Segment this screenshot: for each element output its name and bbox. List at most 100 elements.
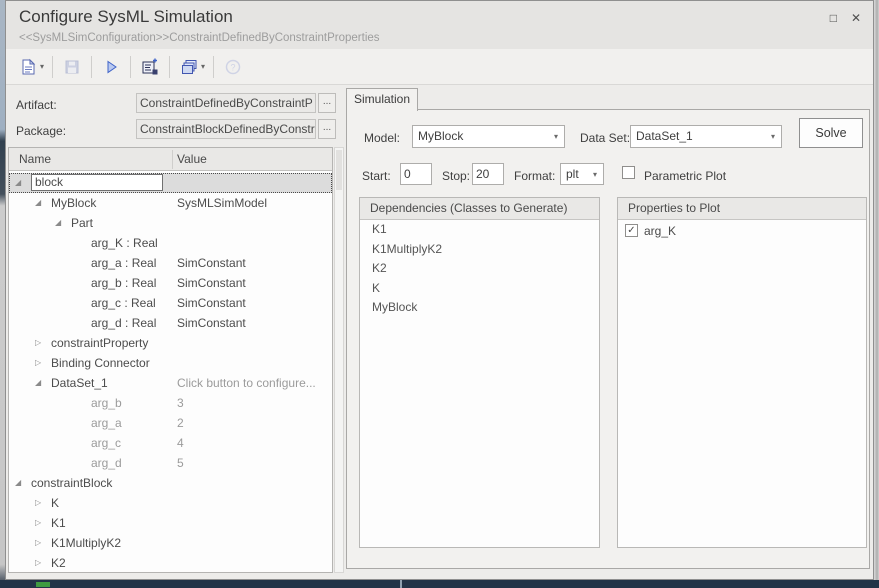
collapse-icon[interactable]: ◢ [15, 178, 21, 187]
dependency-item[interactable]: MyBlock [360, 298, 599, 318]
tree-node-name[interactable]: arg_b : Real [91, 276, 156, 290]
run-simulation-icon[interactable] [99, 55, 123, 79]
tree-node-name[interactable]: arg_a : Real [91, 256, 156, 270]
tree-node-name[interactable]: K2 [51, 556, 66, 570]
tree-row[interactable]: ▷ Binding Connector [9, 353, 332, 373]
copy-dropdown-icon[interactable]: ▾ [201, 62, 205, 71]
tree-row[interactable]: arg_a2 [9, 413, 332, 433]
stop-input[interactable] [472, 163, 504, 185]
tree-node-name[interactable]: arg_c [91, 436, 121, 450]
collapse-icon[interactable]: ◢ [35, 198, 41, 207]
tree-node-name[interactable]: arg_c : Real [91, 296, 156, 310]
tree-row[interactable]: ▷K [9, 493, 332, 513]
toolbar-separator [52, 56, 53, 78]
generate-code-icon[interactable] [138, 55, 162, 79]
tree-row[interactable]: ▷ constraintProperty [9, 333, 332, 353]
tree-node-name[interactable]: K [51, 496, 59, 510]
collapse-icon[interactable]: ◢ [15, 478, 21, 487]
expand-icon[interactable]: ▷ [35, 538, 41, 547]
copy-icon[interactable] [177, 55, 201, 79]
simulation-tab-page: Model: MyBlock ▾ Data Set: DataSet_1 ▾ S… [346, 109, 870, 569]
toolbar-separator [130, 56, 131, 78]
tab-simulation[interactable]: Simulation [346, 88, 418, 111]
expand-icon[interactable]: ▷ [35, 358, 41, 367]
collapse-icon[interactable]: ◢ [35, 378, 41, 387]
tree-row[interactable]: arg_b : Real SimConstant [9, 273, 332, 293]
close-icon[interactable]: ✕ [851, 11, 861, 25]
title-bar: Configure SysML Simulation <<SysMLSimCon… [6, 1, 873, 49]
tree-row[interactable]: arg_K : Real [9, 233, 332, 253]
property-checkbox[interactable]: ✓ [625, 224, 638, 237]
solve-button[interactable]: Solve [799, 118, 863, 148]
format-dropdown[interactable]: plt ▾ [560, 163, 604, 185]
tree-row[interactable]: ▷ K1 [9, 513, 332, 533]
artifact-label: Artifact: [16, 98, 57, 112]
tree-row[interactable]: ◢ block [9, 173, 332, 193]
dataset-value: DataSet_1 [636, 129, 693, 143]
collapse-icon[interactable]: ◢ [55, 218, 61, 227]
model-dropdown[interactable]: MyBlock ▾ [412, 125, 565, 148]
tree-node-name[interactable]: DataSet_1 [51, 376, 108, 390]
tree-node-name[interactable]: Binding Connector [51, 356, 150, 370]
tree-node-name[interactable]: arg_b [91, 396, 122, 410]
scrollbar-thumb[interactable] [336, 150, 342, 190]
tree-node-value: 3 [177, 396, 184, 410]
tree-node-name-editor[interactable]: block [31, 174, 163, 191]
column-divider[interactable] [172, 150, 173, 169]
expand-icon[interactable]: ▷ [35, 558, 41, 567]
tree-row[interactable]: ◢ MyBlock SysMLSimModel [9, 193, 332, 213]
tree-row[interactable]: arg_b 3 [9, 393, 332, 413]
dependencies-items: K1K1MultiplyK2K2KMyBlock [360, 220, 599, 318]
model-label: Model: [364, 131, 400, 145]
tree-row[interactable]: ▷ K2 [9, 553, 332, 571]
expand-icon[interactable]: ▷ [35, 338, 41, 347]
help-icon[interactable]: ? [221, 55, 245, 79]
save-icon[interactable] [60, 55, 84, 79]
start-input[interactable] [400, 163, 432, 185]
tree-node-name[interactable]: constraintBlock [31, 476, 112, 490]
tree-node-name[interactable]: arg_d [91, 456, 122, 470]
property-label: arg_K [644, 224, 676, 238]
tree-row[interactable]: ◢ constraintBlock [9, 473, 332, 493]
maximize-icon[interactable]: □ [830, 11, 837, 25]
dependencies-list: Dependencies (Classes to Generate) K1K1M… [359, 197, 600, 548]
expand-icon[interactable]: ▷ [35, 498, 41, 507]
tree-node-name[interactable]: arg_K : Real [91, 236, 158, 250]
dependency-item[interactable]: K [360, 279, 599, 299]
tree-row[interactable]: ▷ K1MultiplyK2 [9, 533, 332, 553]
dependency-item[interactable]: K1MultiplyK2 [360, 240, 599, 260]
tree-row[interactable]: ◢ Part [9, 213, 332, 233]
dependency-item[interactable]: K2 [360, 259, 599, 279]
new-artifact-icon[interactable] [16, 55, 40, 79]
dependency-item[interactable]: K1 [360, 220, 599, 240]
package-browse-button[interactable]: ... [318, 119, 336, 139]
tree-node-name[interactable]: arg_a [91, 416, 122, 430]
tree-node-value: SysMLSimModel [177, 196, 267, 210]
tree-node-name[interactable]: constraintProperty [51, 336, 148, 350]
dependencies-header: Dependencies (Classes to Generate) [360, 198, 599, 220]
tree-vertical-scrollbar[interactable] [334, 147, 344, 573]
expand-icon[interactable]: ▷ [35, 518, 41, 527]
dataset-dropdown[interactable]: DataSet_1 ▾ [630, 125, 782, 148]
tree-node-name[interactable]: K1 [51, 516, 66, 530]
new-artifact-dropdown-icon[interactable]: ▾ [40, 62, 44, 71]
tree-node-name[interactable]: MyBlock [51, 196, 96, 210]
parametric-plot-checkbox[interactable] [622, 166, 635, 179]
tree-node-name[interactable]: Part [71, 216, 93, 230]
tree-row[interactable]: arg_c4 [9, 433, 332, 453]
property-item[interactable]: ✓ arg_K [618, 220, 866, 241]
tree-node-value: Click button to configure... [177, 376, 316, 390]
chevron-down-icon: ▾ [771, 126, 775, 147]
tree-row[interactable]: ◢ DataSet_1 Click button to configure... [9, 373, 332, 393]
tree-node-value: SimConstant [177, 276, 246, 290]
format-value: plt [566, 167, 579, 181]
tree-row[interactable]: arg_d5 [9, 453, 332, 473]
tree-row[interactable]: arg_c : RealSimConstant [9, 293, 332, 313]
tree-node-value: SimConstant [177, 256, 246, 270]
properties-to-plot-list: Properties to Plot ✓arg_K [617, 197, 867, 548]
tree-node-name[interactable]: arg_d : Real [91, 316, 156, 330]
artifact-browse-button[interactable]: ... [318, 93, 336, 113]
tree-row[interactable]: arg_d : RealSimConstant [9, 313, 332, 333]
tree-node-name[interactable]: K1MultiplyK2 [51, 536, 121, 550]
tree-row[interactable]: arg_a : Real SimConstant [9, 253, 332, 273]
